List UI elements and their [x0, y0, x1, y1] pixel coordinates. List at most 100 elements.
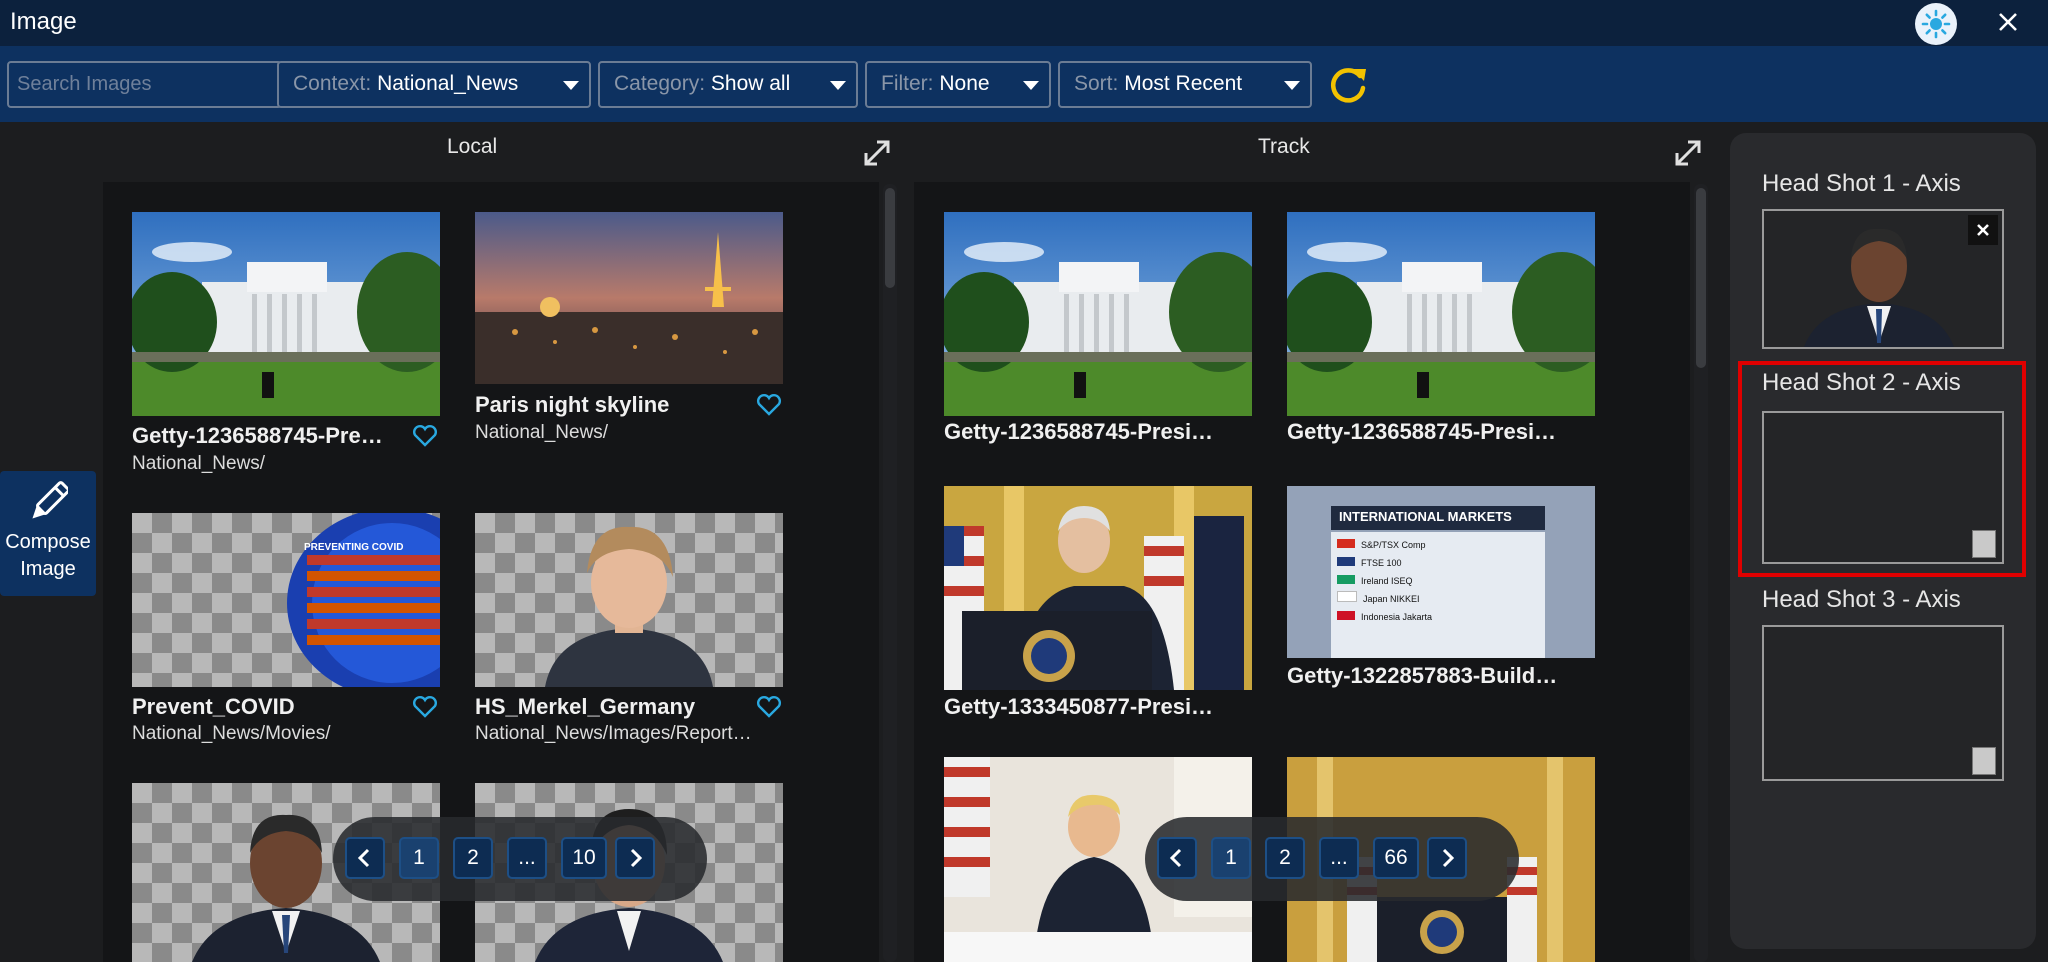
remove-button[interactable] [1968, 215, 1998, 245]
context-label: Context: [293, 72, 372, 95]
expand-icon[interactable] [860, 136, 894, 170]
page-ellipsis[interactable]: ... [507, 837, 547, 879]
close-icon[interactable] [1992, 6, 2024, 38]
category-dropdown[interactable]: Category: Show all [598, 61, 858, 108]
sort-label: Sort: [1074, 72, 1119, 95]
market-row: Indonesia Jakarta [1337, 608, 1432, 626]
filter-dropdown[interactable]: Filter: None [865, 61, 1051, 108]
filter-label: Filter: [881, 72, 934, 95]
local-thumb-paris[interactable] [475, 212, 783, 384]
expand-icon[interactable] [1671, 136, 1705, 170]
track-title: Track [1258, 135, 1310, 158]
item-name: Getty-1333450877-Presi… [944, 694, 1214, 719]
context-dropdown[interactable]: Context: National_News [277, 61, 591, 108]
item-path: National_News/Movies/ [132, 723, 331, 744]
paris-skyline-image [475, 212, 783, 384]
market-row: Japan NIKKEI [1337, 590, 1432, 608]
category-label: Category: [614, 72, 706, 95]
item-path: National_News/Images/Report… [475, 723, 752, 744]
item-name: Getty-1236588745-Presi… [944, 419, 1214, 444]
market-row: Ireland ISEQ [1337, 572, 1432, 590]
heart-icon[interactable] [412, 424, 438, 448]
page-ellipsis[interactable]: ... [1319, 837, 1359, 879]
slot-title: Head Shot 1 - Axis [1762, 170, 1961, 197]
compose-label-line2: Image [20, 558, 76, 580]
page-button[interactable]: 2 [453, 837, 493, 879]
white-house-image [1287, 212, 1595, 416]
item-name: Paris night skyline [475, 392, 670, 417]
market-row: S&P/TSX Comp [1337, 536, 1432, 554]
page-button[interactable]: 1 [399, 837, 439, 879]
window-title: Image [10, 8, 77, 35]
chevron-down-icon [1284, 81, 1300, 90]
chevron-down-icon [830, 81, 846, 90]
track-scrollbar[interactable] [1694, 184, 1708, 962]
local-thumb-prevent-covid[interactable]: PREVENTING COVID [132, 513, 440, 687]
local-thumb-merkel[interactable] [475, 513, 783, 687]
next-page-button[interactable] [1427, 837, 1467, 879]
item-name: Getty-1236588745-Pre… [132, 423, 383, 448]
item-name: HS_Merkel_Germany [475, 694, 696, 719]
heart-icon[interactable] [756, 393, 782, 417]
next-page-button[interactable] [615, 837, 655, 879]
scroll-thumb[interactable] [1696, 188, 1706, 368]
track-thumb-white-house[interactable] [944, 212, 1252, 416]
item-name: Getty-1236588745-Presi… [1287, 419, 1557, 444]
item-path: National_News/ [475, 422, 609, 443]
headshot-slot-3[interactable] [1762, 625, 2004, 781]
heart-icon[interactable] [412, 695, 438, 719]
prev-page-button[interactable] [345, 837, 385, 879]
chevron-left-icon [357, 848, 370, 868]
context-value: National_News [377, 72, 519, 95]
heart-icon[interactable] [756, 695, 782, 719]
image-placeholder-icon [1972, 747, 1996, 775]
search-input[interactable] [7, 61, 282, 108]
page-button[interactable]: 66 [1373, 837, 1419, 879]
track-thumb-markets[interactable]: INTERNATIONAL MARKETS S&P/TSX Comp FTSE … [1287, 486, 1595, 658]
category-value: Show all [710, 72, 791, 95]
local-thumb-white-house[interactable] [132, 212, 440, 416]
local-scrollbar[interactable] [883, 184, 897, 962]
toolbar: Context: National_News Category: Show al… [0, 46, 2048, 122]
compose-image-button[interactable]: Compose Image [0, 471, 96, 596]
close-icon [1977, 224, 1989, 236]
headshot-slot-1[interactable] [1762, 209, 2004, 349]
local-title: Local [447, 135, 498, 158]
markets-title: INTERNATIONAL MARKETS [1339, 509, 1512, 524]
theme-toggle-button[interactable] [1915, 3, 1957, 45]
item-name: Getty-1322857883-Build… [1287, 663, 1558, 688]
track-thumb-press-podium[interactable] [944, 486, 1252, 690]
selection-highlight [1738, 361, 2026, 577]
markets-list: S&P/TSX Comp FTSE 100 Ireland ISEQ Japan… [1337, 536, 1432, 626]
covid-graphic [287, 513, 440, 687]
market-row: FTSE 100 [1337, 554, 1432, 572]
local-pagination: 1 2 ... 10 [333, 817, 707, 901]
white-house-image [132, 212, 440, 416]
pencil-icon [32, 481, 68, 519]
chevron-right-icon [1442, 848, 1455, 868]
item-path: National_News/ [132, 453, 266, 474]
compose-label-line1: Compose [5, 531, 91, 553]
track-pagination: 1 2 ... 66 [1145, 817, 1519, 901]
sort-value: Most Recent [1124, 72, 1243, 95]
page-button[interactable]: 10 [561, 837, 607, 879]
prev-page-button[interactable] [1157, 837, 1197, 879]
sort-dropdown[interactable]: Sort: Most Recent [1058, 61, 1312, 108]
track-thumb-white-house[interactable] [1287, 212, 1595, 416]
headshot-person-image [1804, 228, 1954, 347]
covid-graphic-title: PREVENTING COVID [304, 542, 404, 553]
title-bar: Image [0, 0, 2048, 46]
white-house-image [944, 212, 1252, 416]
slot-title: Head Shot 3 - Axis [1762, 586, 1961, 613]
scroll-thumb[interactable] [885, 188, 895, 288]
headshot-person-image [545, 526, 713, 687]
filter-value: None [939, 72, 990, 95]
chevron-left-icon [1169, 848, 1182, 868]
page-button[interactable]: 1 [1211, 837, 1251, 879]
press-conference-image [944, 486, 1252, 690]
sun-icon [1921, 9, 1951, 39]
chevron-down-icon [1023, 81, 1039, 90]
item-name: Prevent_COVID [132, 694, 295, 719]
refresh-icon[interactable] [1326, 62, 1370, 106]
page-button[interactable]: 2 [1265, 837, 1305, 879]
